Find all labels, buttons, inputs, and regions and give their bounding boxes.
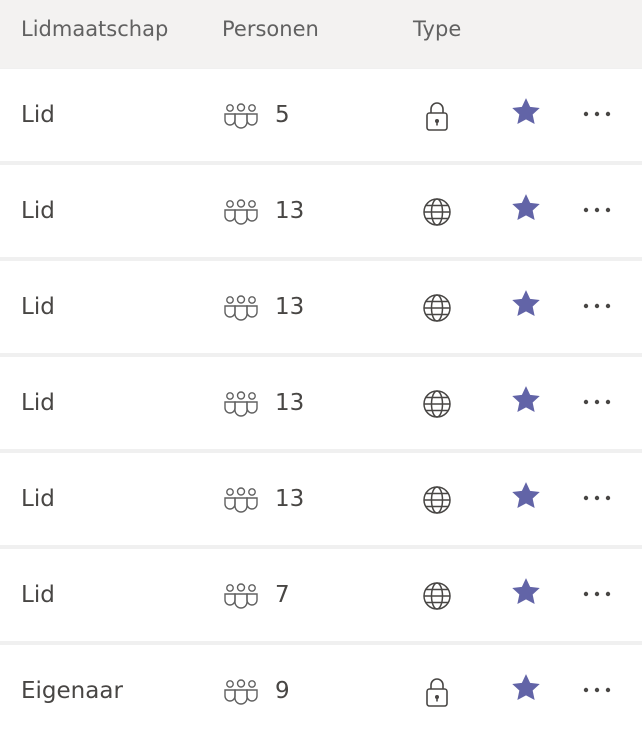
people-icon <box>222 487 260 513</box>
table-body: Lid 5 Lid 13 Lid 13 Lid 13 Lid 13 Lid 7 … <box>0 69 642 733</box>
people-count: 13 <box>275 294 305 320</box>
people-icon <box>222 295 260 321</box>
table-row[interactable]: Lid 13 <box>0 261 642 353</box>
membership-label: Lid <box>21 390 55 416</box>
globe-icon <box>421 387 453 421</box>
people-icon <box>222 583 260 609</box>
globe-icon <box>421 483 453 517</box>
globe-icon <box>421 195 453 229</box>
table-row[interactable]: Eigenaar 9 <box>0 645 642 733</box>
favorite-star-icon[interactable] <box>509 95 543 129</box>
more-options-button[interactable] <box>578 675 618 705</box>
column-header-membership[interactable]: Lidmaatschap <box>21 16 168 42</box>
people-count: 9 <box>275 678 290 704</box>
more-options-button[interactable] <box>578 387 618 417</box>
favorite-star-icon[interactable] <box>509 287 543 321</box>
membership-label: Lid <box>21 582 55 608</box>
favorite-star-icon[interactable] <box>509 383 543 417</box>
table-row[interactable]: Lid 13 <box>0 453 642 545</box>
teams-table: Lidmaatschap Personen Type Lid 5 Lid 13 … <box>0 0 642 733</box>
people-icon <box>222 103 260 129</box>
more-options-button[interactable] <box>578 579 618 609</box>
column-header-people[interactable]: Personen <box>222 16 319 42</box>
more-options-button[interactable] <box>578 483 618 513</box>
table-row[interactable]: Lid 13 <box>0 357 642 449</box>
people-count: 13 <box>275 198 305 224</box>
more-options-button[interactable] <box>578 195 618 225</box>
globe-icon <box>421 291 453 325</box>
membership-label: Eigenaar <box>21 678 123 704</box>
globe-icon <box>421 579 453 613</box>
people-icon <box>222 199 260 225</box>
more-options-button[interactable] <box>578 99 618 129</box>
membership-label: Lid <box>21 198 55 224</box>
table-row[interactable]: Lid 13 <box>0 165 642 257</box>
table-row[interactable]: Lid 5 <box>0 69 642 161</box>
lock-icon <box>421 99 453 133</box>
people-count: 13 <box>275 390 305 416</box>
table-row[interactable]: Lid 7 <box>0 549 642 641</box>
lock-icon <box>421 675 453 709</box>
people-count: 5 <box>275 102 290 128</box>
people-count: 7 <box>275 582 290 608</box>
membership-label: Lid <box>21 486 55 512</box>
people-icon <box>222 679 260 705</box>
favorite-star-icon[interactable] <box>509 479 543 513</box>
membership-label: Lid <box>21 102 55 128</box>
more-options-button[interactable] <box>578 291 618 321</box>
people-icon <box>222 391 260 417</box>
favorite-star-icon[interactable] <box>509 191 543 225</box>
favorite-star-icon[interactable] <box>509 671 543 705</box>
column-header-type[interactable]: Type <box>413 16 461 42</box>
table-header: Lidmaatschap Personen Type <box>0 0 642 68</box>
people-count: 13 <box>275 486 305 512</box>
favorite-star-icon[interactable] <box>509 575 543 609</box>
membership-label: Lid <box>21 294 55 320</box>
